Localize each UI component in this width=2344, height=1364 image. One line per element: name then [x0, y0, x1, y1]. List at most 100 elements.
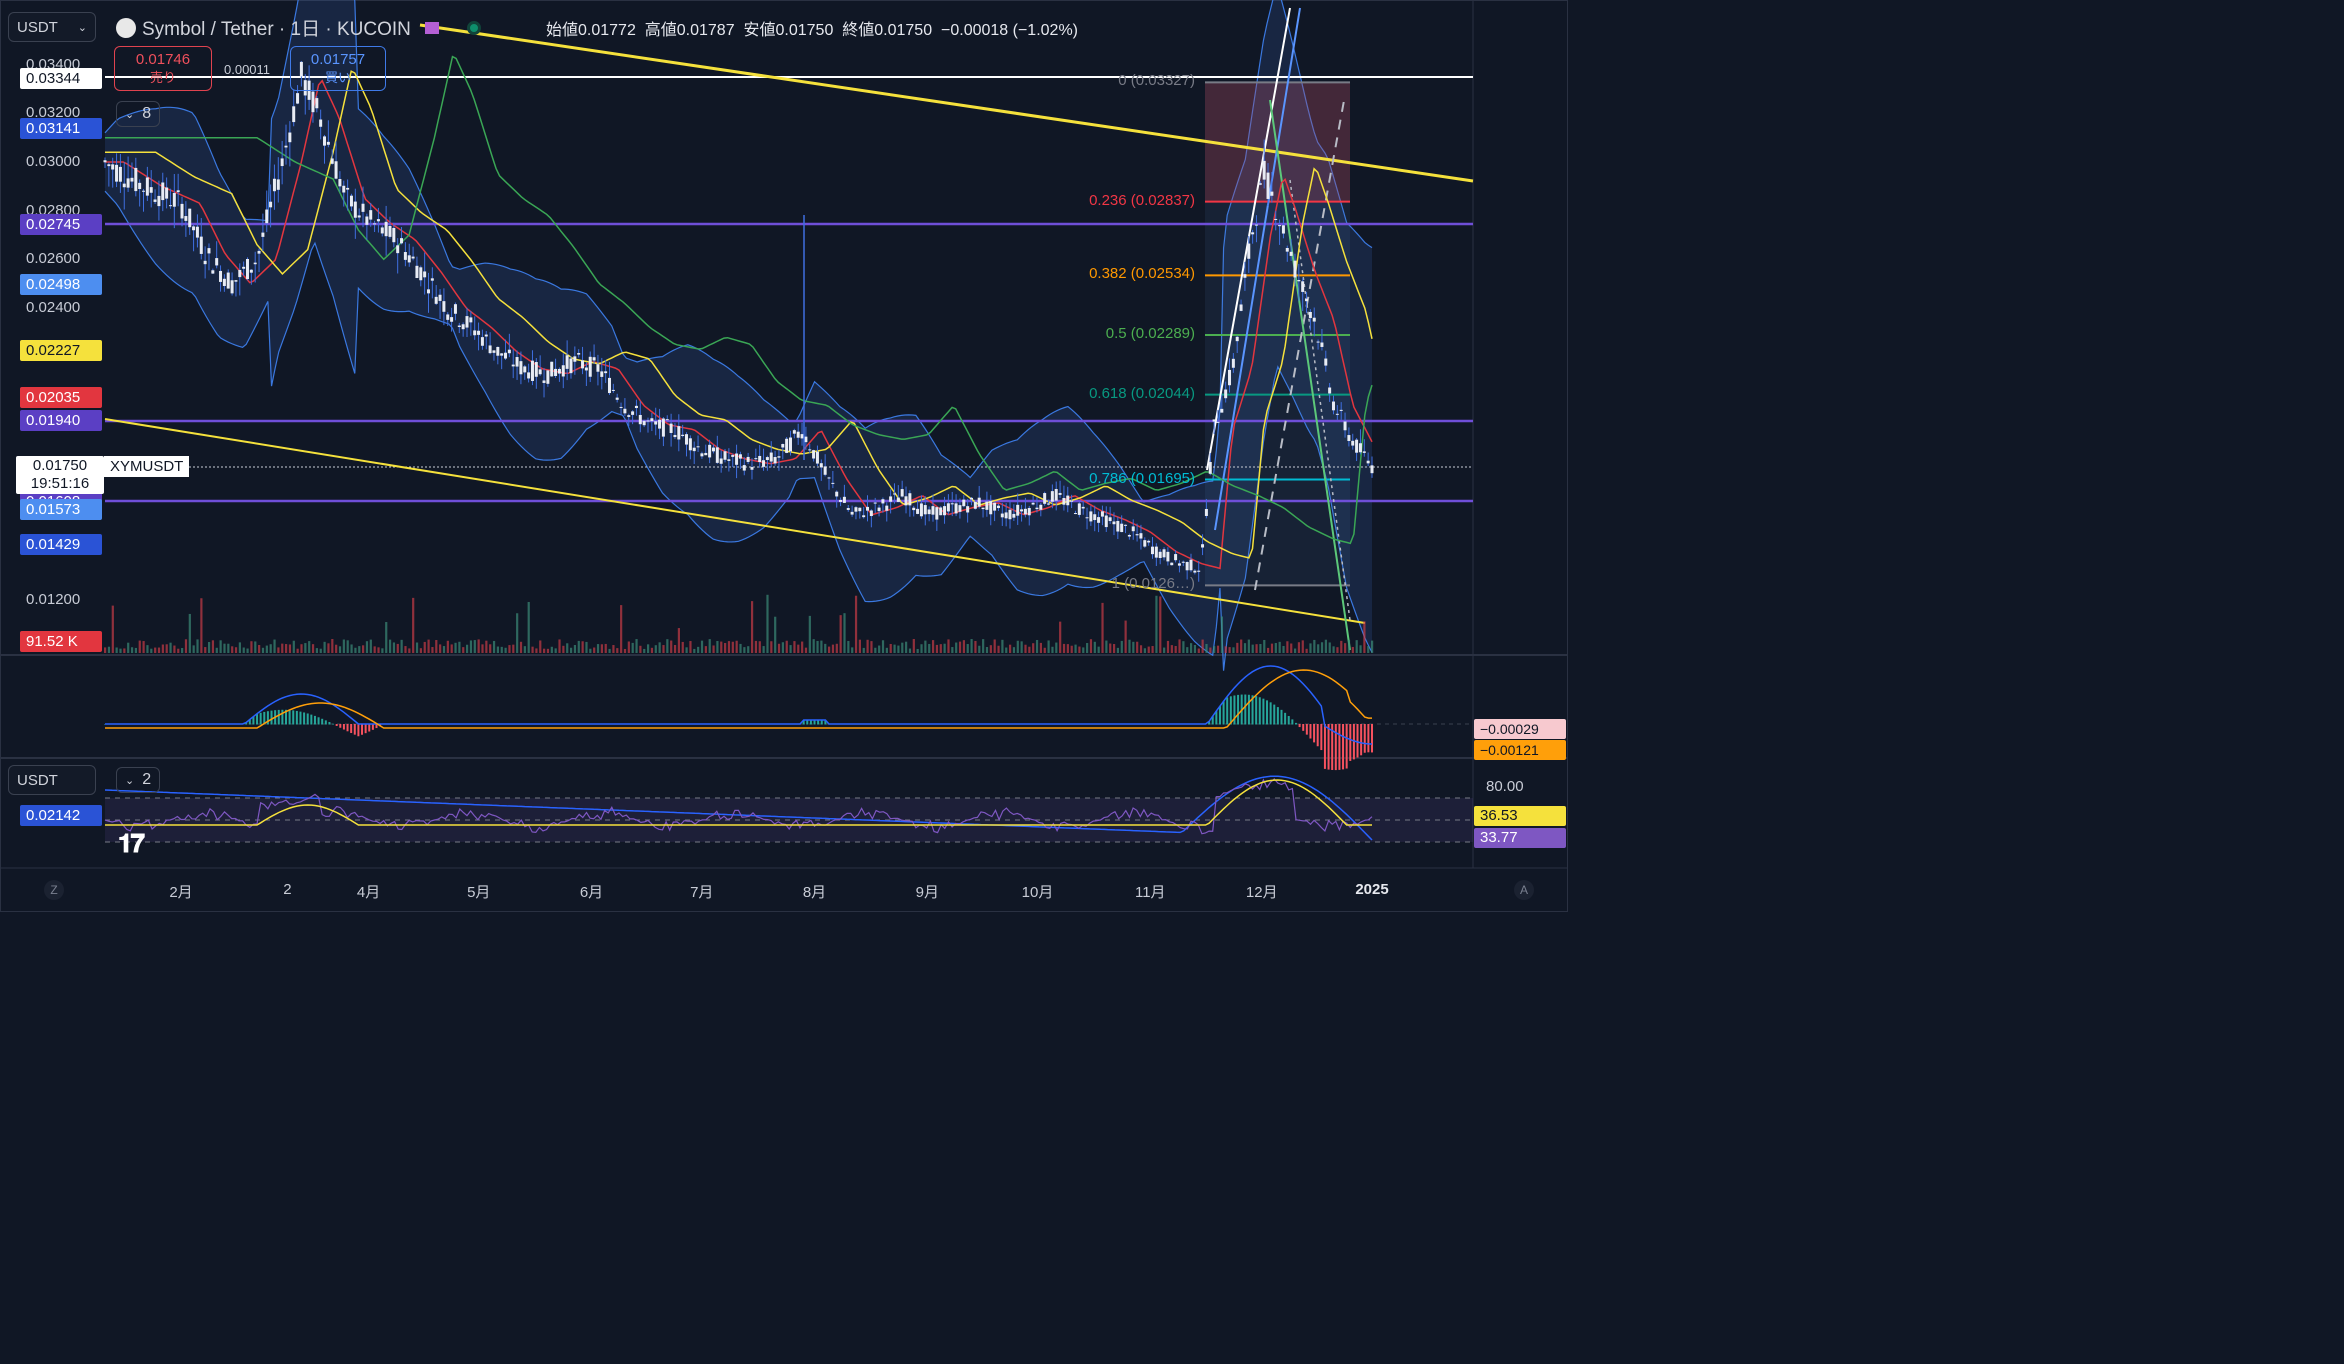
- candle-body: [145, 177, 149, 196]
- macd-histogram-bar: [364, 724, 367, 734]
- volume-bar: [716, 641, 719, 653]
- volume-bar: [812, 639, 815, 653]
- volume-bar: [354, 647, 357, 653]
- candle-body: [142, 190, 146, 192]
- volume-bar: [427, 639, 430, 653]
- candle-body: [573, 356, 577, 362]
- volume-bar: [870, 641, 873, 653]
- macd-histogram-bar: [1313, 724, 1316, 743]
- candle-body: [115, 164, 119, 182]
- candle-body: [854, 507, 858, 512]
- volume-bar: [1317, 644, 1320, 653]
- candle-body: [292, 106, 296, 123]
- volume-bar: [173, 645, 176, 653]
- macd-histogram-bar: [1273, 704, 1276, 725]
- volume-bar: [747, 646, 750, 653]
- candle-body: [1216, 421, 1220, 423]
- macd-histogram-bar: [259, 712, 262, 725]
- sell-button[interactable]: 0.01746 売り: [114, 46, 212, 91]
- volume-bar: [223, 643, 226, 653]
- candle-body: [1112, 521, 1116, 525]
- candle-body: [846, 508, 850, 510]
- currency-select[interactable]: USDT ⌄: [8, 12, 96, 42]
- macd-histogram-bar: [299, 711, 302, 725]
- macd-line: [105, 665, 1373, 745]
- candle-body: [685, 434, 689, 445]
- candle-body: [1320, 342, 1324, 347]
- volume-bar: [1270, 643, 1274, 653]
- candle-body: [1008, 509, 1012, 520]
- volume-bar: [1320, 642, 1324, 653]
- rsi-indicators-count: 2: [142, 771, 152, 788]
- candle-body: [681, 434, 685, 436]
- candle-body: [234, 280, 238, 282]
- volume-bar: [781, 642, 784, 653]
- symbol-title[interactable]: Symbol / Tether · 1日 · KUCOIN: [116, 14, 481, 41]
- time-tick-label: 9月: [915, 884, 939, 901]
- volume-bar: [385, 622, 388, 653]
- volume-bar: [431, 647, 434, 653]
- rsi-currency-select[interactable]: USDT: [8, 765, 96, 795]
- zoom-icon[interactable]: Z: [44, 880, 64, 900]
- volume-bar: [658, 642, 661, 653]
- candle-body: [134, 167, 138, 192]
- volume-bar: [916, 648, 919, 653]
- volume-bar: [1066, 644, 1069, 653]
- macd-histogram-bar: [339, 724, 342, 728]
- volume-bar: [1101, 602, 1104, 653]
- volume-bar: [1220, 616, 1224, 653]
- volume-bar: [327, 643, 330, 653]
- indicators-toggle[interactable]: ⌄ 8: [116, 101, 161, 127]
- candle-body: [1370, 465, 1374, 474]
- candle-body: [711, 447, 715, 452]
- volume-bar: [227, 643, 230, 653]
- macd-histogram-bar: [1269, 702, 1272, 725]
- symbol-logo-icon: [116, 17, 136, 38]
- candle-body: [1285, 248, 1289, 252]
- candle-body: [946, 503, 950, 512]
- buy-button[interactable]: 0.01757 買い: [290, 46, 386, 91]
- price-tick-label: 0.01200: [26, 591, 81, 608]
- volume-bar: [107, 646, 111, 653]
- rsi-header: USDT: [8, 765, 96, 795]
- volume-bar: [666, 639, 669, 653]
- rsi-indicators-toggle[interactable]: ⌄ 2: [116, 767, 161, 793]
- macd-histogram-bar: [1244, 694, 1247, 725]
- candle-body: [669, 423, 673, 433]
- macd-histogram-bar: [270, 710, 273, 725]
- candle-body: [469, 317, 473, 323]
- volume-bar: [489, 644, 492, 653]
- flag-icon[interactable]: [424, 21, 439, 34]
- volume-bar: [804, 647, 808, 653]
- candle-body: [823, 466, 827, 475]
- candle-body: [195, 226, 199, 238]
- candle-body: [996, 505, 1000, 509]
- auto-scale-icon[interactable]: A: [1514, 880, 1534, 900]
- volume-bar: [435, 640, 438, 653]
- candle-body: [1058, 492, 1062, 495]
- volume-bar: [423, 641, 426, 653]
- candle-body: [365, 216, 369, 225]
- volume-bar: [1324, 639, 1327, 653]
- candle-body: [1043, 493, 1047, 504]
- volume-bar: [770, 641, 773, 653]
- rsi-level-80: 80.00: [1486, 778, 1524, 795]
- volume-bar: [543, 648, 546, 653]
- candle-body: [1004, 512, 1008, 519]
- volume-bar: [1093, 641, 1096, 653]
- macd-histogram-bar: [295, 710, 298, 725]
- price-chart[interactable]: [0, 0, 1568, 912]
- volume-bar: [285, 644, 288, 653]
- candle-body: [781, 444, 785, 448]
- volume-bar: [477, 639, 480, 653]
- candle-body: [1150, 546, 1154, 555]
- volume-bar: [1001, 639, 1004, 653]
- candle-body: [407, 255, 411, 263]
- candle-body: [1135, 534, 1139, 536]
- candle-body: [1027, 507, 1031, 516]
- chevron-down-icon: ⌄: [125, 108, 135, 121]
- volume-bar: [388, 639, 392, 653]
- volume-bar: [777, 643, 781, 653]
- volume-bar: [177, 648, 180, 653]
- candle-body: [650, 418, 654, 422]
